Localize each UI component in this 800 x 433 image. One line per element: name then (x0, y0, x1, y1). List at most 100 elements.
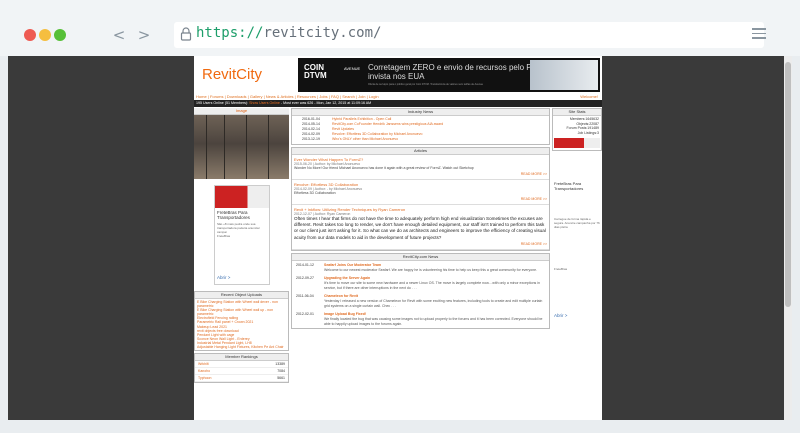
left-ad-brand: FreteBras (217, 234, 231, 238)
rc-news-item: 2012-09-27 Upgrading the Server Again It's… (292, 274, 549, 292)
back-button[interactable]: < (110, 25, 128, 45)
article-item: Revolve: Effortless 3D Collaboration 2014… (292, 180, 549, 205)
users-online-bar: 195 Users Online (51 Members): Show User… (194, 100, 602, 107)
site-logo[interactable]: RevitCity (202, 66, 262, 83)
rc-news-body: We finally located the bug that was caus… (324, 317, 543, 326)
ad-brand-sub: AVENUE (344, 66, 361, 71)
recent-uploads-box: Recent Object Uploads E Bike Charging St… (194, 291, 289, 352)
rc-news-date: 2012-02-01 (296, 312, 314, 317)
menu-item-4[interactable]: News & Articles (266, 94, 294, 99)
ad-phone-image (530, 60, 598, 90)
ranking-name[interactable]: Kanoho (198, 368, 210, 374)
menu-item-6[interactable]: Jobs (319, 94, 327, 99)
site-stats-title: Site Stats (553, 109, 601, 116)
menu-item-8[interactable]: Search (342, 94, 355, 99)
rc-news-body: Yesterday I released a new version of Ch… (324, 299, 543, 308)
left-ad-image (215, 186, 269, 208)
close-dot-icon[interactable] (24, 29, 36, 41)
read-more-link[interactable]: READ MORE >> (294, 241, 547, 247)
industry-news-box: Industry News 2016-01-04 Hybrid Parallels… (291, 108, 550, 145)
ranking-name[interactable]: Typhoon (198, 375, 211, 381)
menu-item-2[interactable]: Downloads (227, 94, 247, 99)
users-online-record: - Most ever was 626 - Mon, Jan 12, 2015 … (280, 101, 372, 105)
address-bar[interactable]: https://revitcity.com/ (174, 22, 764, 48)
recent-upload-link[interactable]: Adjustable Hanging Light Fixtures, Kitch… (197, 345, 286, 349)
menu-item-7[interactable]: FAQ (331, 94, 339, 99)
menu-item-9[interactable]: Join (358, 94, 365, 99)
menu-item-5[interactable]: Resources (297, 94, 316, 99)
right-ad-image[interactable] (554, 138, 600, 148)
left-column: Image FreteBras Para Transportadores São… (194, 108, 289, 420)
industry-news-row: 2013-12-19 Who's ONLY other than Michael … (292, 137, 549, 142)
recent-upload-link[interactable]: E Bike Charging Station with Wheel wall … (197, 308, 286, 316)
site-header: RevitCity COIN DTVM AVENUE Corretagem ZER… (194, 56, 602, 93)
right-ad-brand: FreteBras (554, 267, 568, 271)
article-item: Ever Wonder What Happen To FormZ? 2015-06… (292, 155, 549, 180)
browser-chrome: < > https://revitcity.com/ (0, 0, 800, 56)
ad-smallprint: Oferta de serviços para o público geral … (368, 83, 484, 86)
rc-news-date: 2011-06-04 (296, 294, 314, 299)
right-ad-title[interactable]: FreteBras Para Transportadores (552, 179, 602, 193)
ranking-row: Wrkhilt 13389 (195, 361, 288, 369)
show-users-link[interactable]: Show Users Online (249, 101, 280, 105)
ranking-name[interactable]: Wrkhilt (198, 361, 209, 367)
banner-ad[interactable]: COIN DTVM AVENUE Corretagem ZERO e envio … (298, 58, 600, 92)
recent-upload-link[interactable]: E Bike Charging Station with Wheel wall … (197, 300, 286, 308)
url-host: revitcity.com/ (263, 25, 382, 41)
rc-news-content: Image Upload Bug Fixed! We finally locate… (324, 312, 545, 326)
articles-title: Articles (292, 148, 549, 155)
articles-box: Articles Ever Wonder What Happen To Form… (291, 147, 550, 251)
rc-news-title: RevitCity.com News (292, 253, 549, 261)
url-scheme: https:// (196, 25, 264, 41)
right-ad-subtitle: Carregue de forma rápida e segura. Anunc… (554, 217, 600, 229)
left-ad-open-link[interactable]: Abrir > (217, 275, 230, 280)
site-menu: Home | Forums | Downloads | Gallery | Ne… (194, 93, 602, 100)
scrollbar[interactable] (784, 56, 792, 420)
left-ad[interactable]: FreteBras Para Transportadores São +8 ma… (214, 185, 270, 285)
page-viewport: RevitCity COIN DTVM AVENUE Corretagem ZER… (8, 56, 792, 420)
scrollbar-thumb[interactable] (785, 62, 791, 307)
url-text: https://revitcity.com/ (196, 25, 381, 41)
menu-item-0[interactable]: Home (196, 94, 207, 99)
site-stats-box: Site Stats Members:1645632 Objects:22087 F… (552, 108, 602, 151)
rc-news-content: Upgrading the Server Again It's time to m… (324, 276, 545, 290)
forward-button[interactable]: > (135, 25, 153, 45)
industry-news-title: Industry News (292, 109, 549, 116)
rc-news-body: It's time to move our site to some new h… (324, 281, 540, 290)
site-stat: Job Listings:3 (577, 130, 599, 135)
rc-news-box: RevitCity.com News 2014-01-12 Seafarf Joi… (291, 252, 550, 330)
left-ad-subtitle: São +8 mais pedra onde sua transportador… (217, 222, 260, 234)
featured-photo[interactable] (194, 115, 289, 179)
menu-item-3[interactable]: Gallery (250, 94, 263, 99)
welcome-text: Welcome! (580, 94, 598, 99)
maximize-dot-icon[interactable] (54, 29, 66, 41)
rc-news-content: Seafarf Joins Our Moderator Team Welcome … (324, 263, 545, 273)
minimize-dot-icon[interactable] (39, 29, 51, 41)
menu-icon[interactable] (752, 28, 766, 40)
article-body: Often times I hear that firms do not hav… (294, 216, 546, 240)
rc-news-item: 2012-02-01 Image Upload Bug Fixed! We fina… (292, 310, 549, 328)
ranking-row: Typhoon 5661 (195, 375, 288, 383)
ranking-score: 13389 (275, 362, 285, 367)
member-rankings-title: Member Rankings (195, 354, 288, 362)
article-item: Revit + Inkflow: Utilizing Render Techni… (292, 205, 549, 250)
rc-news-item: 2014-01-12 Seafarf Joins Our Moderator Te… (292, 261, 549, 275)
ad-brand: COIN DTVM (304, 64, 327, 80)
menu-item-10[interactable]: Login (369, 94, 379, 99)
rc-news-body: Welcome to our newest moderator Seafarf.… (324, 267, 538, 272)
menu-item-1[interactable]: Forums (210, 94, 224, 99)
read-more-link[interactable]: READ MORE >> (294, 196, 547, 202)
ranking-score: 7084 (277, 369, 285, 374)
ranking-score: 5661 (277, 376, 285, 381)
rc-news-content: Chameleon for Revit Yesterday I released … (324, 294, 545, 308)
industry-news-link[interactable]: Who's ONLY other than Michael Anonuevo (332, 137, 398, 142)
main-column: Industry News 2016-01-04 Hybrid Parallels… (291, 108, 550, 420)
users-online-count: 195 Users Online (51 Members): (196, 101, 249, 105)
recent-uploads-title: Recent Object Uploads (195, 292, 288, 299)
lock-icon (180, 27, 192, 41)
read-more-link[interactable]: READ MORE >> (294, 171, 547, 177)
ad-brand-line2: DTVM (304, 71, 327, 80)
right-ad-open-link[interactable]: Abrir > (552, 311, 602, 320)
photo-label: Image (194, 108, 289, 115)
industry-news-date: 2013-12-19 (302, 137, 320, 141)
